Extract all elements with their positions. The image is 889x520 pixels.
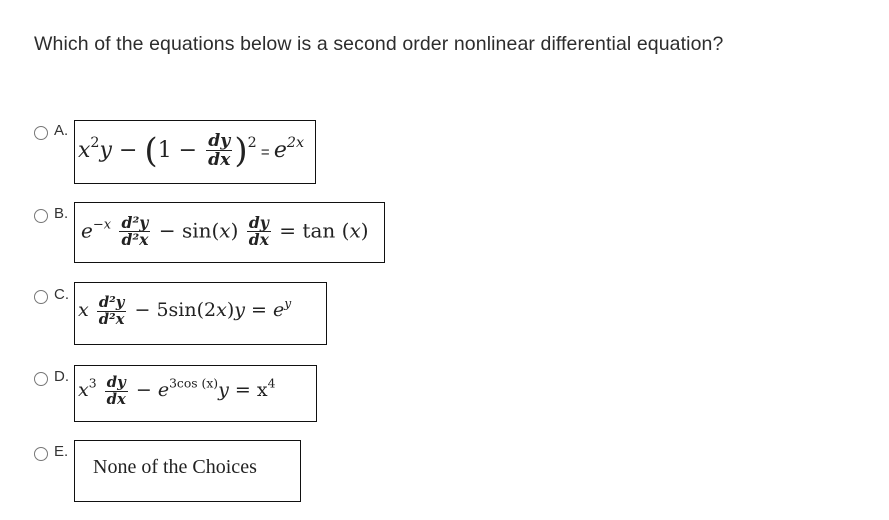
equation-box-e: None of the Choices [74,440,301,502]
radio-button-b[interactable] [34,209,48,223]
paren: ) [230,218,239,243]
term: − 5sin(2 [128,299,217,322]
term: 1 − [157,137,198,163]
superscript: 2 [90,134,100,151]
term: y [218,379,229,402]
term: = tan ( [272,218,350,243]
fraction-dy-dx: dy dx [104,375,128,408]
option-letter-b: B. [54,205,69,222]
term: y [234,299,245,322]
superscript: 2x [286,134,305,151]
option-letter-c: C. [54,286,69,303]
term: x [78,379,89,402]
superscript: 3cos (x) [169,376,219,391]
term: x [78,137,91,163]
equation-box-b: e−x d²y d²x − sin(x) dy dx = tan (x) [74,202,385,263]
superscript: −x [92,217,112,233]
superscript: 2 [247,134,257,151]
denominator: d²x [98,310,125,328]
fraction-dy-dx: dy dx [206,132,233,171]
term: e [81,218,93,243]
term: x [216,299,227,322]
equals: = [244,299,273,322]
term: = x [228,379,268,402]
denominator: d²x [121,230,149,250]
term: e [273,137,287,163]
option-letter-a: A. [54,122,69,139]
equation-box-c: x d²y d²x − 5sin(2x)y = ey [74,282,327,345]
paren: ( [144,131,158,171]
paren: ) [360,218,369,243]
radio-button-c[interactable] [34,290,48,304]
radio-button-a[interactable] [34,126,48,140]
none-of-the-choices-text: None of the Choices [93,456,257,478]
radio-button-e[interactable] [34,447,48,461]
superscript: 4 [267,376,276,391]
fraction-d2y-d2x: d²y d²x [96,295,127,328]
paren: ) [234,131,248,171]
term: x [78,299,89,322]
denominator: dx [208,150,231,171]
numerator: d²y [96,295,127,312]
fraction-d2y-d2x: d²y d²x [119,214,151,250]
question-text: Which of the equations below is a second… [34,33,724,55]
denominator: dx [248,230,269,250]
term: y − [99,137,138,163]
option-letter-e: E. [54,443,69,460]
fraction-dy-dx: dy dx [246,214,271,250]
term: − [129,379,158,402]
term: e [272,299,285,322]
term: − sin( [152,218,220,243]
superscript: y [284,296,292,311]
numerator: dy [104,375,128,392]
equation-box-a: x2y − (1 − dy dx)2 = e2x [74,120,316,184]
term: e [157,379,170,402]
numerator: dy [206,132,233,152]
superscript: 3 [88,376,97,391]
term: x [349,218,361,243]
term: x [219,218,231,243]
equation-box-d: x3 dy dx − e3cos (x)y = x4 [74,365,317,422]
option-letter-d: D. [54,368,69,385]
denominator: dx [106,390,126,408]
equals: = [256,143,274,161]
radio-button-d[interactable] [34,372,48,386]
